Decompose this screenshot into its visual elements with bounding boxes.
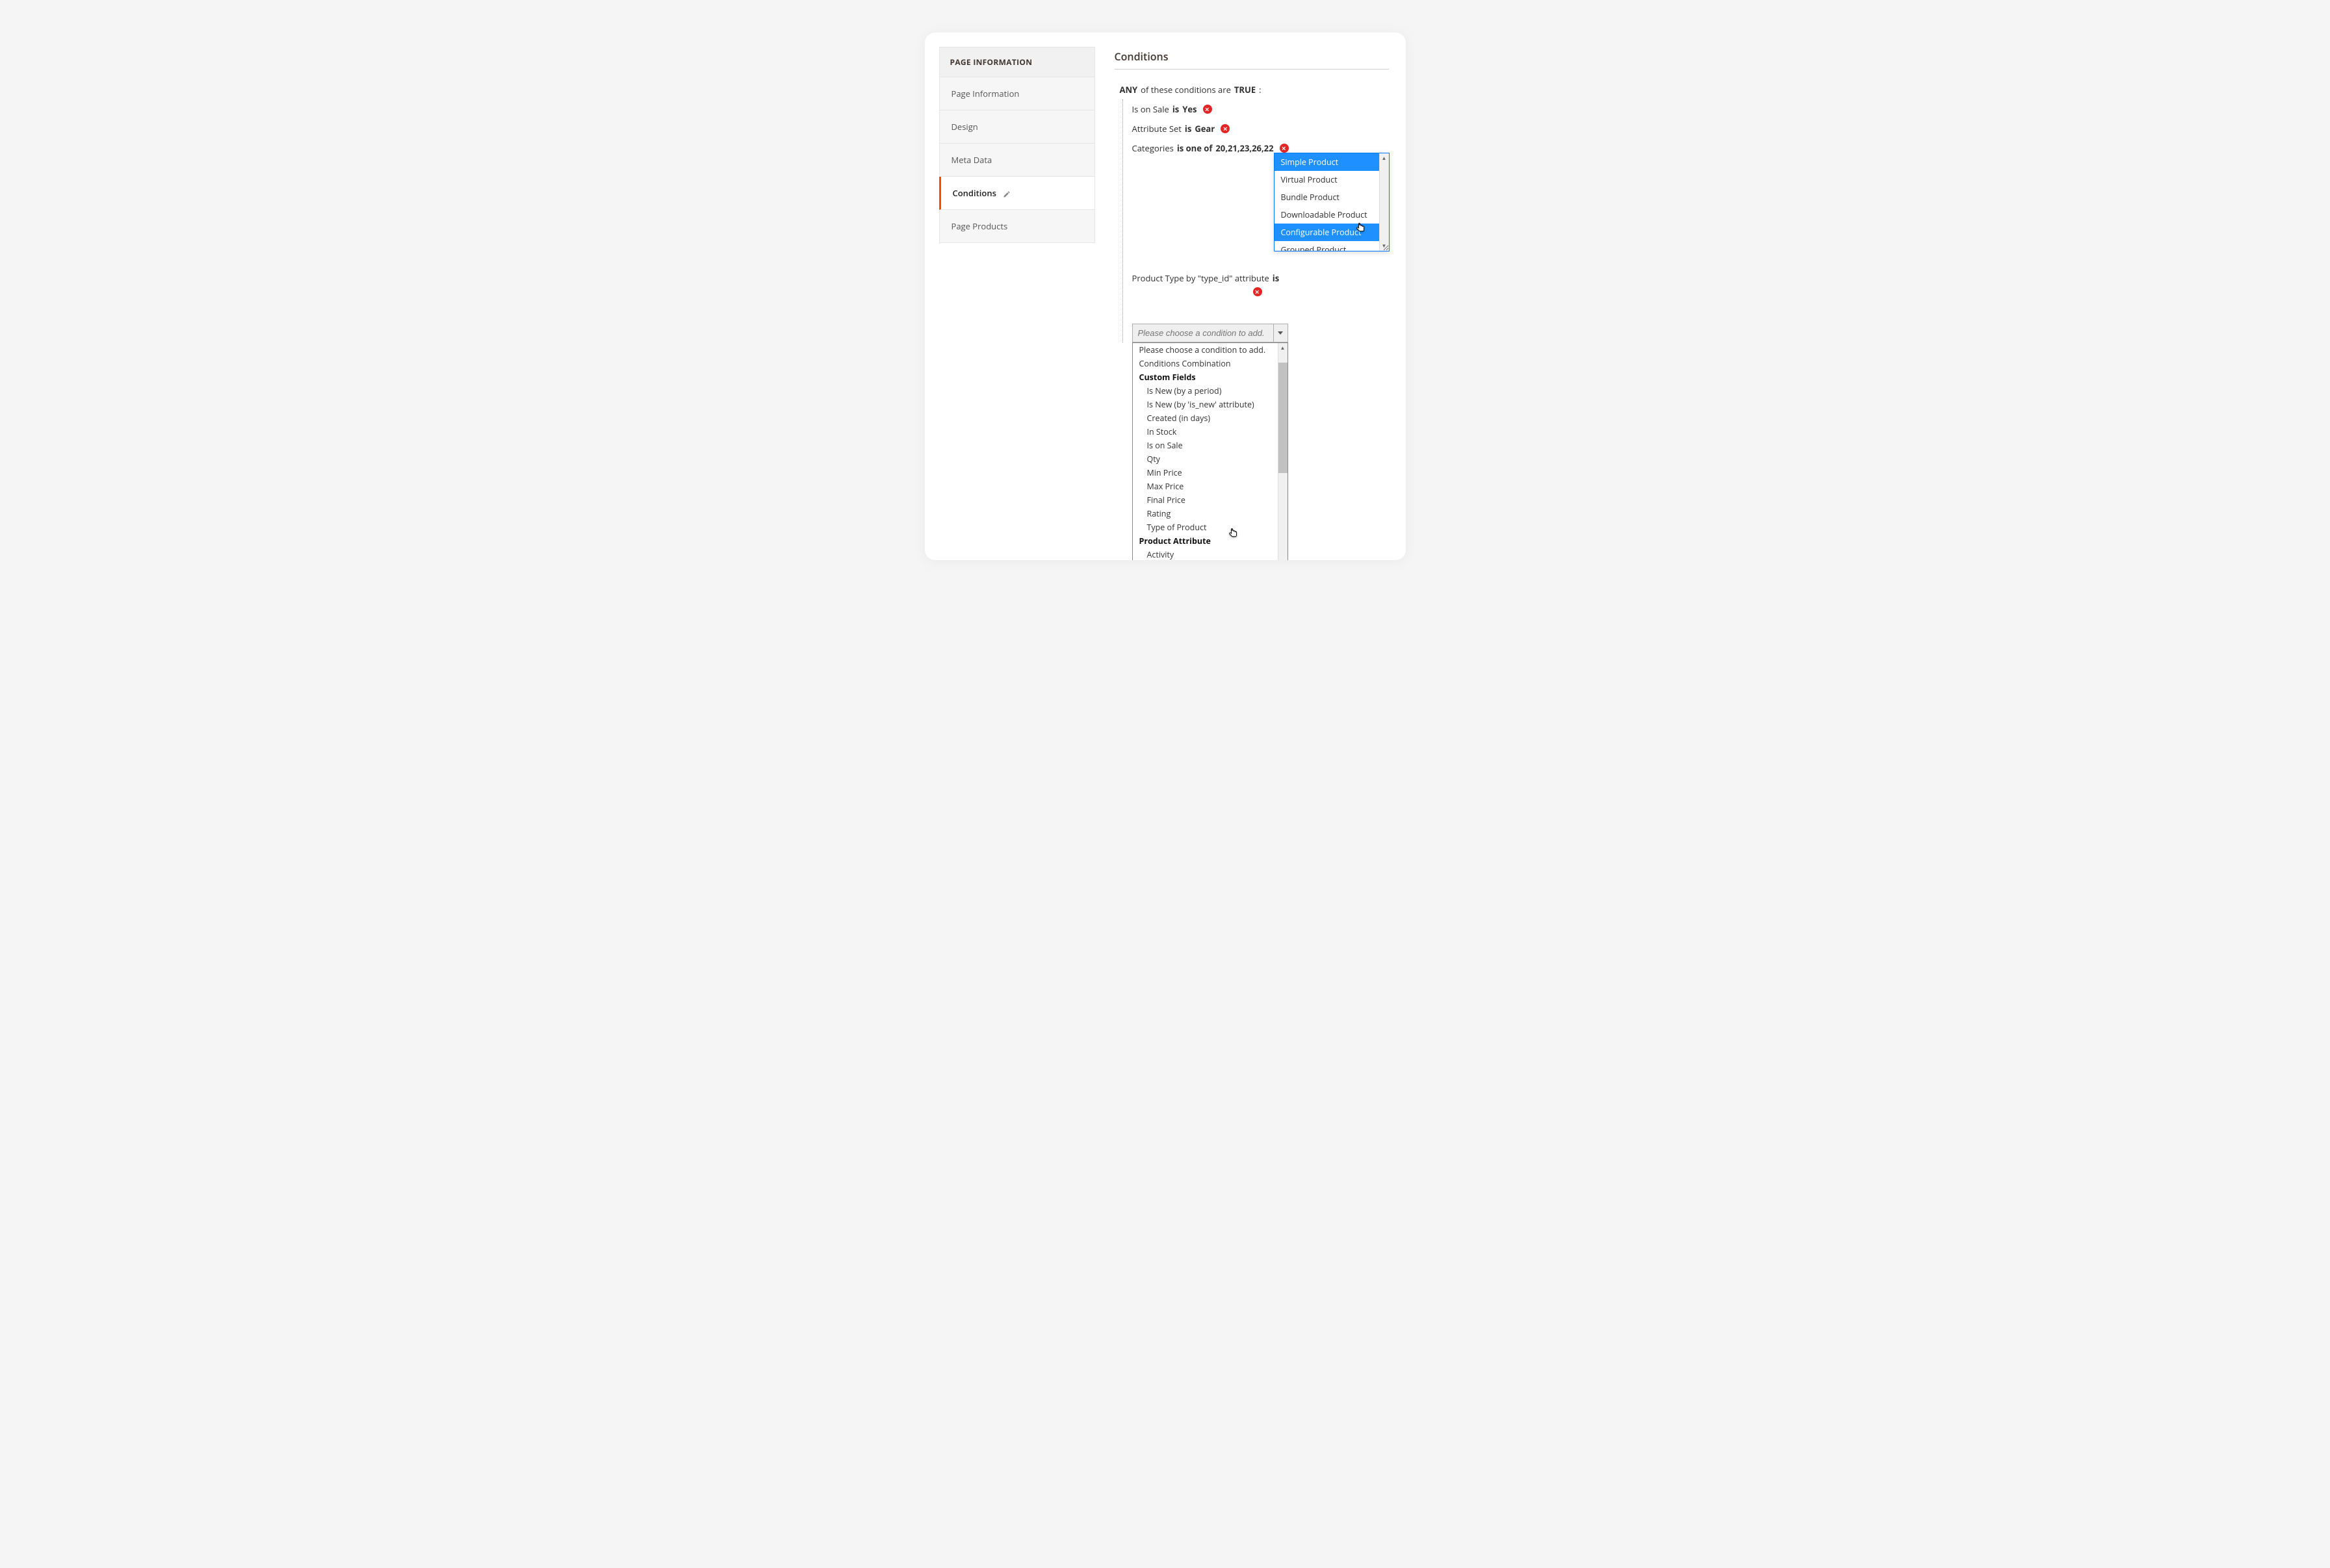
add-condition-combo[interactable] (1132, 324, 1288, 342)
dropdown-item[interactable]: In Stock (1133, 425, 1278, 439)
add-condition-dropdown[interactable]: Please choose a condition to add.Conditi… (1132, 342, 1288, 560)
admin-card: PAGE INFORMATION Page Information Design M… (925, 32, 1406, 560)
aggregator[interactable]: ANY (1120, 84, 1138, 96)
product-type-condition: Product Type by "type_id" attribute is S… (1132, 268, 1389, 300)
dropdown-item[interactable]: Created (in days) (1133, 411, 1278, 425)
add-condition-input[interactable] (1133, 324, 1273, 342)
dropdown-item[interactable]: Rating (1133, 507, 1278, 521)
sidebar-item-label: Meta Data (951, 154, 992, 166)
scrollbar-thumb[interactable] (1278, 363, 1288, 473)
dropdown-item[interactable]: Is New (by a period) (1133, 384, 1278, 398)
rule-val[interactable]: Yes (1182, 103, 1197, 115)
remove-icon[interactable] (1221, 124, 1230, 133)
sidebar-item-label: Page Products (951, 220, 1008, 232)
scroll-down-icon[interactable]: ▼ (1380, 241, 1389, 251)
layout: PAGE INFORMATION Page Information Design M… (939, 47, 1389, 560)
dropdown-item[interactable]: Conditions Combination (1133, 357, 1278, 370)
sidebar-item-page-products[interactable]: Page Products (939, 210, 1095, 243)
multiselect-option[interactable]: Grouped Product (1275, 241, 1379, 251)
multiselect-option[interactable]: Downloadable Product (1275, 206, 1379, 224)
sidebar-item-design[interactable]: Design (939, 110, 1095, 144)
sidebar-header: PAGE INFORMATION (939, 47, 1095, 77)
sidebar-item-label: Design (951, 121, 978, 133)
rule-op[interactable]: is one of (1177, 142, 1213, 154)
main-panel: Conditions ANY of these conditions are T… (1115, 47, 1389, 560)
rule-attr[interactable]: Is on Sale (1132, 103, 1169, 115)
root-condition: ANY of these conditions are TRUE : (1120, 80, 1389, 99)
dropdown-scrollbar[interactable]: ▲ ▼ (1278, 343, 1288, 560)
sidebar-item-label: Page Information (951, 88, 1020, 99)
product-type-op[interactable]: is (1273, 272, 1279, 284)
product-type-multiselect[interactable]: Simple ProductVirtual ProductBundle Prod… (1274, 153, 1390, 251)
dropdown-item[interactable]: Final Price (1133, 493, 1278, 507)
sidebar-item-meta-data[interactable]: Meta Data (939, 144, 1095, 177)
remove-icon[interactable] (1280, 144, 1289, 153)
remove-icon[interactable] (1253, 287, 1262, 296)
dropdown-item[interactable]: Type of Product (1133, 521, 1278, 534)
remove-icon[interactable] (1203, 105, 1212, 114)
add-condition-row: Please choose a condition to add.Conditi… (1132, 324, 1389, 342)
dropdown-group: Product Attribute (1133, 534, 1278, 548)
section-title: Conditions (1115, 49, 1389, 70)
multiselect-option[interactable]: Virtual Product (1275, 171, 1379, 188)
sidebar-item-page-information[interactable]: Page Information (939, 77, 1095, 110)
multiselect-scrollbar[interactable]: ▲ ▼ (1379, 153, 1389, 251)
condition-rule: Is on Sale is Yes (1132, 99, 1389, 119)
sidebar: PAGE INFORMATION Page Information Design M… (939, 47, 1095, 560)
dropdown-item[interactable]: Is New (by 'is_new' attribute) (1133, 398, 1278, 411)
scroll-up-icon[interactable]: ▲ (1380, 153, 1389, 163)
multiselect-option[interactable]: Simple Product (1275, 153, 1379, 171)
product-type-prefix: Product Type by "type_id" attribute (1132, 272, 1269, 284)
dropdown-item[interactable]: Qty (1133, 452, 1278, 466)
rule-op[interactable]: is (1185, 123, 1191, 135)
root-mid-text: of these conditions are (1141, 84, 1231, 96)
dropdown-item[interactable]: Please choose a condition to add. (1133, 343, 1278, 357)
dropdown-item[interactable]: Min Price (1133, 466, 1278, 480)
combo-toggle-button[interactable] (1273, 324, 1288, 342)
dropdown-item[interactable]: Is on Sale (1133, 439, 1278, 452)
dropdown-item[interactable]: Max Price (1133, 480, 1278, 493)
dropdown-group: Custom Fields (1133, 370, 1278, 384)
root-value[interactable]: TRUE (1234, 84, 1256, 96)
condition-children: Is on Sale is Yes Attribute Set is Gear … (1122, 99, 1389, 342)
pencil-icon (1003, 189, 1011, 197)
rule-attr[interactable]: Attribute Set (1132, 123, 1182, 135)
rule-val[interactable]: 20,21,23,26,22 (1215, 142, 1273, 154)
sidebar-item-conditions[interactable]: Conditions (939, 177, 1095, 210)
rule-attr[interactable]: Categories (1132, 142, 1174, 154)
root-suffix: : (1259, 84, 1261, 96)
condition-tree: ANY of these conditions are TRUE : Is on… (1120, 80, 1389, 342)
sidebar-item-label: Conditions (953, 187, 996, 199)
multiselect-option[interactable]: Bundle Product (1275, 188, 1379, 206)
dropdown-item[interactable]: Activity (1133, 548, 1278, 560)
multiselect-option[interactable]: Configurable Product (1275, 224, 1379, 241)
condition-rule: Attribute Set is Gear (1132, 119, 1389, 138)
rule-val[interactable]: Gear (1195, 123, 1215, 135)
scroll-up-icon[interactable]: ▲ (1278, 343, 1288, 353)
rule-op[interactable]: is (1172, 103, 1179, 115)
